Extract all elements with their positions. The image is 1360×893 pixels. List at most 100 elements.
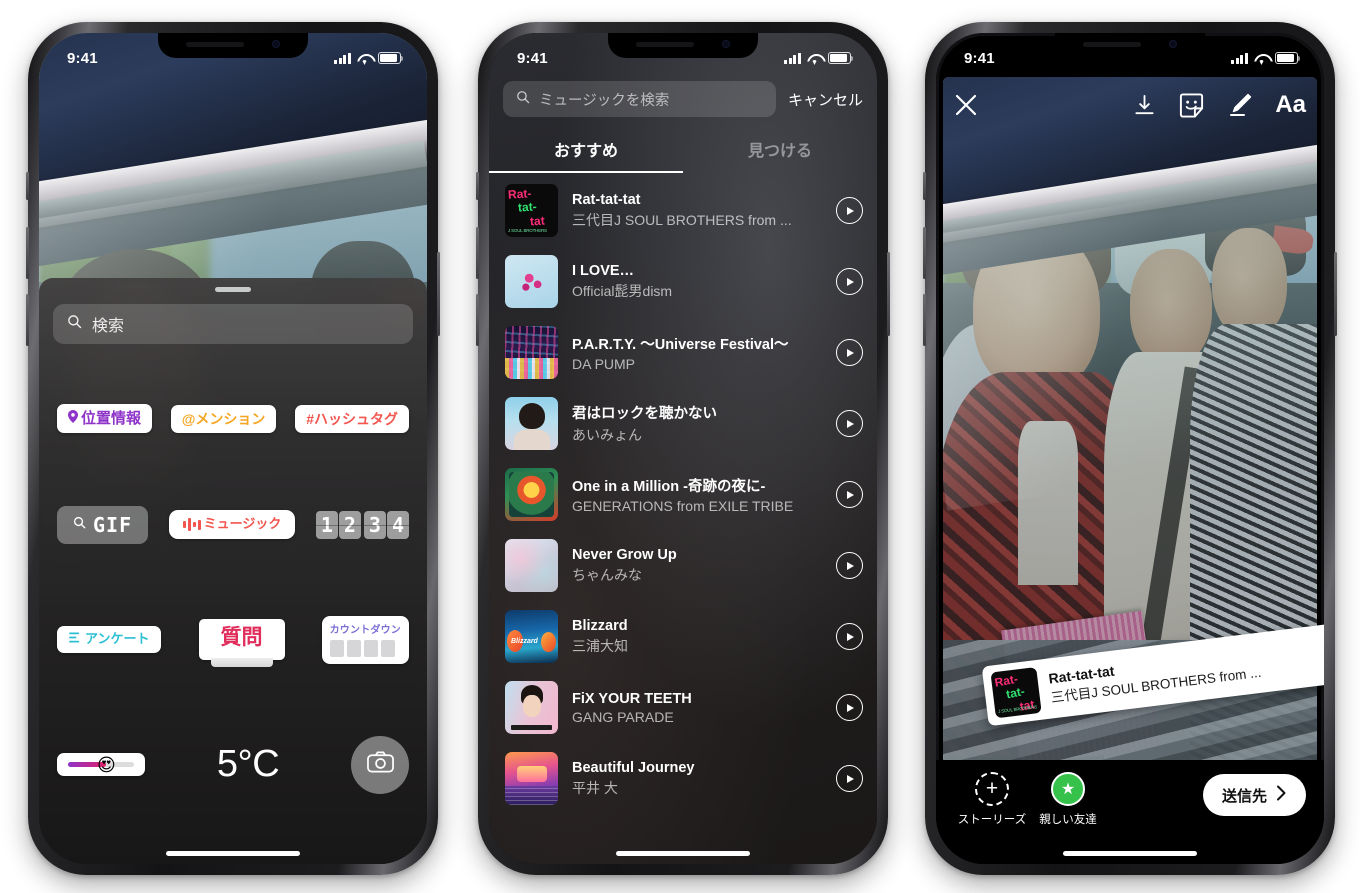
play-button[interactable]: [836, 339, 863, 366]
story-editor-toolbar: Aa: [936, 77, 1324, 133]
share-option-close-friends[interactable]: ★ 親しい友達: [1030, 772, 1106, 827]
star-circle-icon: ★: [1051, 772, 1085, 806]
sticker-search-placeholder: 検索: [92, 318, 125, 335]
song-list-item[interactable]: 君はロックを聴かない あいみょん: [489, 388, 877, 459]
song-artist: 三代目J SOUL BROTHERS from ...: [572, 211, 792, 228]
album-art: [505, 539, 558, 592]
download-icon[interactable]: [1133, 94, 1156, 117]
album-art: Rat-tat-tat J SOUL BROTHERS: [990, 667, 1042, 719]
mute-switch[interactable]: [476, 172, 479, 200]
sticker-music-label: ミュージック: [203, 516, 282, 532]
song-artist: Official髭男dism: [572, 282, 673, 299]
sticker-mention[interactable]: @メンション: [170, 404, 277, 433]
battery-icon: [1275, 52, 1301, 64]
volume-down-button[interactable]: [923, 294, 926, 346]
song-list-item[interactable]: Rat-tat-tat J SOUL BROTHERS Rat-tat-tat 三代目…: [489, 175, 877, 246]
wifi-icon: [1254, 53, 1269, 64]
sticker-clock[interactable]: 1 2 3 4: [315, 510, 410, 539]
chevron-right-icon: [1276, 785, 1287, 805]
sticker-search-input[interactable]: 検索: [53, 304, 413, 344]
sticker-poll[interactable]: アンケート: [57, 626, 162, 654]
share-option-stories[interactable]: + ストーリーズ: [954, 772, 1030, 827]
send-to-button[interactable]: 送信先: [1202, 774, 1306, 816]
clock-digit: 4: [386, 510, 410, 539]
status-time: 9:41: [964, 49, 995, 67]
play-button[interactable]: [836, 268, 863, 295]
song-list-item[interactable]: One in a Million -奇跡の夜に- GENERATIONS from…: [489, 459, 877, 530]
search-icon: [516, 90, 530, 109]
song-list-item[interactable]: P.A.R.T.Y. 〜Universe Festival〜 DA PUMP: [489, 317, 877, 388]
close-icon[interactable]: [954, 93, 978, 117]
sticker-hashtag[interactable]: #ハッシュタグ: [295, 404, 409, 433]
sticker-row-1: 位置情報 @メンション #ハッシュタグ: [57, 404, 409, 434]
emoji-slider-knob[interactable]: 😍: [97, 756, 116, 774]
sticker-gif-label: GIF: [93, 512, 133, 537]
mute-switch[interactable]: [26, 172, 29, 200]
pen-icon[interactable]: [1227, 92, 1253, 118]
sticker-gif[interactable]: GIF: [57, 505, 149, 544]
sticker-location[interactable]: 位置情報: [57, 404, 153, 434]
volume-up-button[interactable]: [476, 227, 479, 279]
song-title: 君はロックを聴かない: [572, 406, 717, 422]
song-list-item[interactable]: Blizzard Blizzard 三浦大知: [489, 601, 877, 672]
album-art: Rat-tat-tat J SOUL BROTHERS: [505, 184, 558, 237]
home-indicator[interactable]: [166, 851, 300, 856]
play-button[interactable]: [836, 765, 863, 792]
play-button[interactable]: [836, 481, 863, 508]
song-artist: あいみょん: [572, 427, 642, 443]
play-button[interactable]: [836, 410, 863, 437]
music-search-input[interactable]: ミュージックを検索: [503, 81, 776, 117]
sticker-question[interactable]: 質問: [198, 619, 285, 668]
volume-down-button[interactable]: [476, 294, 479, 346]
sticker-music[interactable]: ミュージック: [168, 510, 296, 539]
share-option-close-friends-label: 親しい友達: [1039, 814, 1097, 826]
tab-active-indicator: [489, 171, 683, 173]
sticker-countdown[interactable]: カウントダウン: [321, 615, 409, 664]
album-art: [505, 752, 558, 805]
power-button[interactable]: [437, 252, 440, 336]
sticker-temperature[interactable]: 5°C: [217, 743, 280, 786]
volume-up-button[interactable]: [26, 227, 29, 279]
volume-up-button[interactable]: [923, 227, 926, 279]
sticker-row-4: 😍 5°C: [57, 735, 409, 794]
album-art: [505, 468, 558, 521]
song-list[interactable]: Rat-tat-tat J SOUL BROTHERS Rat-tat-tat 三代目…: [489, 175, 877, 848]
song-artist: 三浦大知: [572, 637, 628, 654]
device-notch: [1055, 33, 1205, 58]
plus-circle-dashed-icon: +: [975, 772, 1009, 806]
song-title: Rat-tat-tat: [572, 191, 641, 208]
play-button[interactable]: [836, 552, 863, 579]
song-artist: ちゃんみな: [572, 566, 642, 583]
sticker-camera-button[interactable]: [351, 735, 409, 794]
song-list-item[interactable]: Beautiful Journey 平井 大: [489, 743, 877, 814]
song-list-item[interactable]: FiX YOUR TEETH GANG PARADE: [489, 672, 877, 743]
tab-recommended[interactable]: おすすめ: [489, 134, 683, 170]
song-list-item[interactable]: Never Grow Up ちゃんみな: [489, 530, 877, 601]
mute-switch[interactable]: [923, 172, 926, 200]
volume-down-button[interactable]: [26, 294, 29, 346]
play-button[interactable]: [836, 623, 863, 650]
home-indicator[interactable]: [616, 851, 750, 856]
play-button[interactable]: [836, 694, 863, 721]
sticker-row-3: アンケート 質問 カウントダウン: [57, 615, 409, 668]
cancel-button[interactable]: キャンセル: [788, 89, 863, 110]
sticker-countdown-label: カウントダウン: [329, 624, 401, 636]
device-notch: [608, 33, 758, 58]
tab-discover[interactable]: 見つける: [683, 134, 877, 170]
song-artist: GENERATIONS from EXILE TRIBE: [572, 498, 794, 514]
sticker-location-label: 位置情報: [81, 410, 142, 428]
play-button[interactable]: [836, 197, 863, 224]
phone-device-3: 9:41 Aa Rat- tat- tat J SOUL BROTHERS Ra…: [923, 22, 1337, 875]
share-option-stories-label: ストーリーズ: [957, 814, 1027, 826]
text-aa-icon[interactable]: Aa: [1275, 91, 1306, 119]
sticker-question-label: 質問: [220, 626, 263, 650]
home-indicator[interactable]: [1063, 851, 1197, 856]
song-artist: DA PUMP: [572, 356, 636, 372]
sticker-emoji-slider[interactable]: 😍: [57, 753, 145, 777]
tray-grabber-handle[interactable]: [215, 287, 251, 292]
power-button[interactable]: [1334, 252, 1337, 336]
album-art: [505, 326, 558, 379]
power-button[interactable]: [887, 252, 890, 336]
song-list-item[interactable]: I LOVE… Official髭男dism: [489, 246, 877, 317]
sticker-face-icon[interactable]: [1178, 92, 1205, 119]
